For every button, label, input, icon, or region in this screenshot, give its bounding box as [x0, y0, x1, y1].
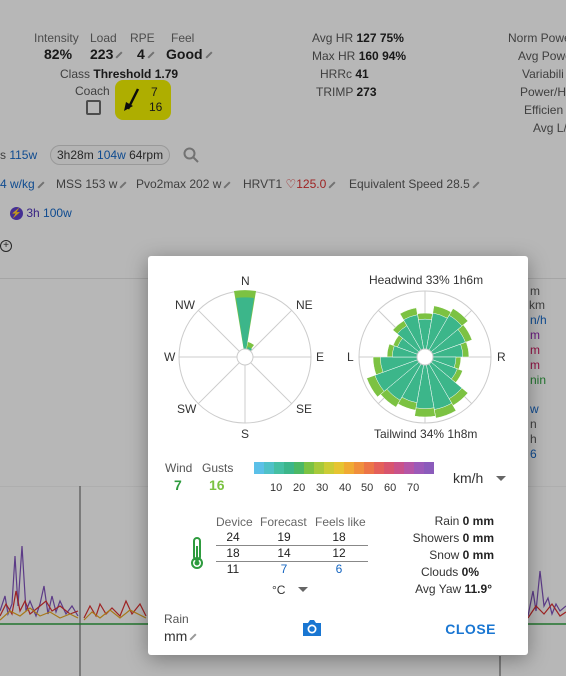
compass-ne-label: NE — [296, 298, 313, 312]
compass-sw-label: SW — [177, 402, 197, 416]
weather-dialog: N NE E SE S SW W NW Headwind 33% 1h6m Ta… — [148, 256, 528, 655]
edit-icon — [189, 633, 197, 641]
avg-yaw-condition: Avg Yaw 11.9° — [415, 582, 492, 596]
rose-center — [416, 348, 434, 366]
scale-tick: 10 — [270, 482, 283, 494]
unit-select[interactable]: km/h — [453, 470, 506, 488]
forecast-header: Forecast — [260, 515, 307, 529]
scale-tick: 50 — [361, 482, 374, 494]
relative-left-label: L — [347, 350, 354, 364]
gusts-label: Gusts — [202, 461, 234, 475]
close-button[interactable]: CLOSE — [445, 621, 496, 637]
headwind-label: Headwind 33% 1h6m — [369, 273, 484, 287]
scale-tick: 40 — [339, 482, 352, 494]
tailwind-label: Tailwind 34% 1h8m — [374, 427, 478, 441]
compass-e-label: E — [316, 350, 325, 364]
showers-condition: Showers 0 mm — [412, 531, 494, 545]
thermometer-icon — [191, 537, 203, 569]
chevron-down-icon — [297, 587, 308, 593]
wind-value: 7 — [174, 477, 182, 493]
compass-w-label: W — [164, 350, 176, 364]
compass-s-label: S — [241, 427, 250, 441]
gusts-value: 16 — [209, 477, 225, 493]
wind-label: Wind — [165, 461, 193, 475]
device-header: Device — [216, 515, 253, 529]
table-row: 11 7 6 — [226, 562, 343, 576]
table-row: 18 14 12 — [216, 546, 368, 562]
chevron-down-icon — [495, 476, 506, 482]
camera-icon[interactable] — [301, 618, 323, 638]
feels-like-header: Feels like — [315, 515, 366, 529]
scale-tick: 60 — [384, 482, 397, 494]
snow-condition: Snow 0 mm — [429, 548, 494, 562]
rain-condition: Rain 0 mm — [434, 514, 494, 528]
compass-n-label: N — [241, 274, 250, 288]
scale-tick: 70 — [407, 482, 420, 494]
rain-field-unit[interactable]: mm — [164, 628, 197, 644]
clouds-condition: Clouds 0% — [420, 565, 479, 579]
rain-field-label: Rain — [164, 612, 189, 626]
table-row: 24 19 18 — [216, 530, 368, 546]
compass-nw-label: NW — [175, 298, 195, 312]
relative-wind-rose[interactable] — [355, 287, 495, 427]
temperature-table: 24 19 18 18 14 12 11 7 6 — [216, 530, 368, 577]
relative-right-label: R — [497, 350, 506, 364]
scale-tick: 30 — [316, 482, 329, 494]
scale-tick: 20 — [293, 482, 306, 494]
wind-speed-color-scale — [254, 462, 434, 474]
compass-se-label: SE — [296, 402, 313, 416]
temp-unit-select[interactable]: °C — [272, 581, 308, 599]
